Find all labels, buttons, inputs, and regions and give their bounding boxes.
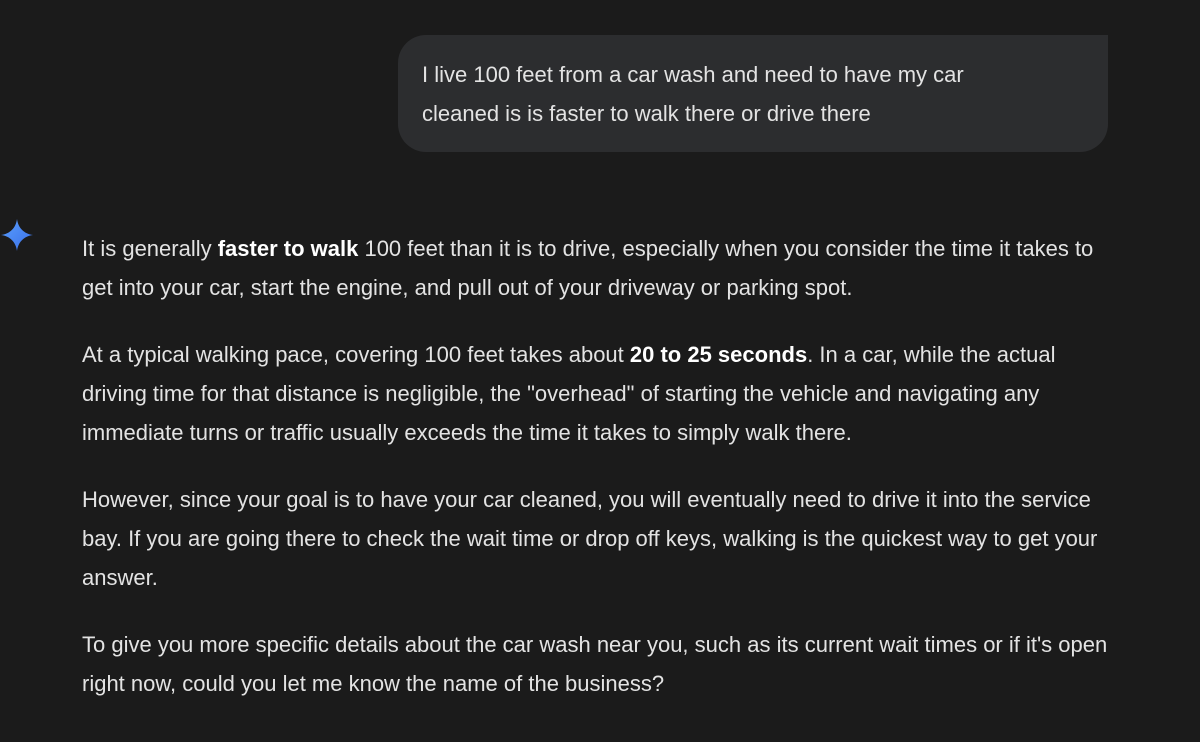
gemini-sparkle-icon bbox=[1, 219, 33, 251]
response-paragraph: However, since your goal is to have your… bbox=[82, 487, 1098, 590]
user-message-line: cleaned is is faster to walk there or dr… bbox=[422, 101, 871, 126]
assistant-response: It is generally faster to walk 100 feet … bbox=[82, 229, 1122, 731]
user-message-line: I live 100 feet from a car wash and need… bbox=[422, 62, 964, 87]
response-paragraph: To give you more specific details about … bbox=[82, 632, 1108, 696]
response-text: At a typical walking pace, covering 100 … bbox=[82, 342, 630, 367]
response-paragraph: It is generally faster to walk 100 feet … bbox=[82, 229, 1122, 307]
response-paragraph: At a typical walking pace, covering 100 … bbox=[82, 335, 1122, 452]
user-message-bubble: I live 100 feet from a car wash and need… bbox=[398, 35, 1108, 152]
response-text: It is generally bbox=[82, 236, 218, 261]
response-bold-text: 20 to 25 seconds bbox=[629, 342, 808, 367]
response-bold-text: faster to walk bbox=[217, 236, 359, 261]
